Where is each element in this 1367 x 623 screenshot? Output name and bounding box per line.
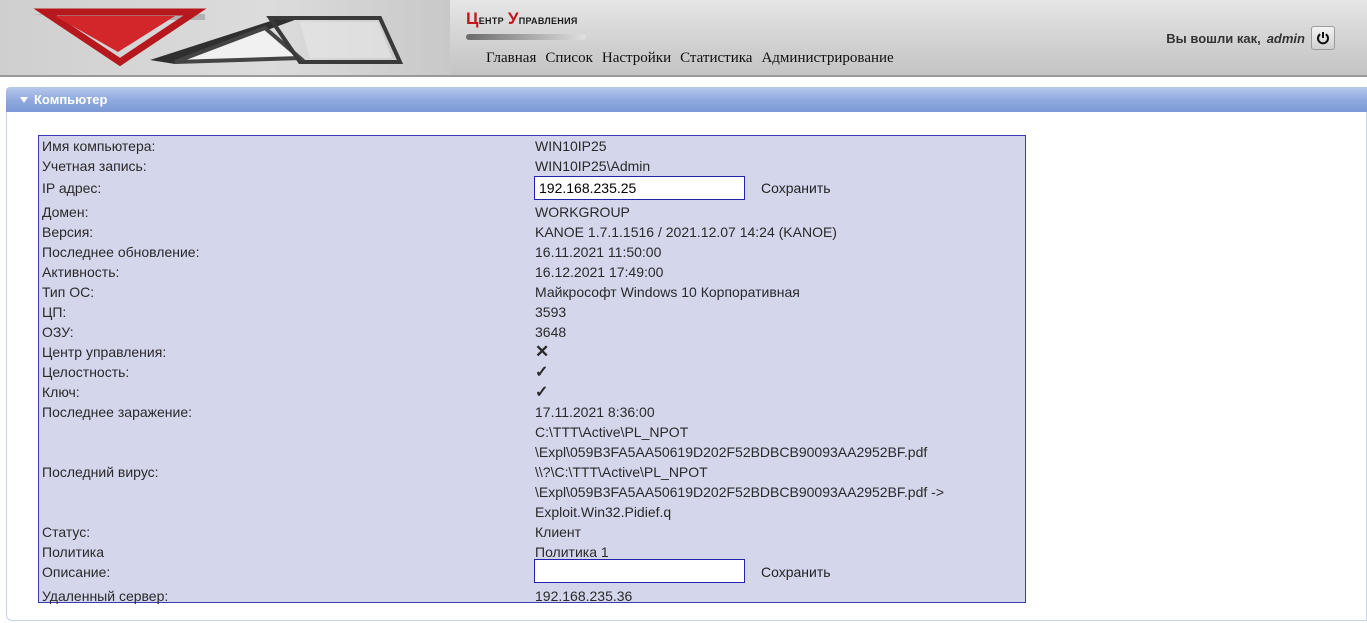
username: admin <box>1266 30 1305 46</box>
row-label: ОЗУ: <box>42 324 74 340</box>
nav-home[interactable]: Главная <box>486 50 536 67</box>
row-ram: ОЗУ: 3648 <box>39 322 1025 342</box>
row-integrity: Целостность: ✓ <box>39 362 1025 382</box>
triangle-down-icon <box>20 96 28 103</box>
row-label: Версия: <box>42 224 94 240</box>
row-cpu: ЦП: 3593 <box>39 302 1025 322</box>
app-title-part-2: правления <box>518 12 578 27</box>
row-computer-name: Имя компьютера: WIN10IP25 <box>39 136 1025 156</box>
row-account: Учетная запись: WIN10IP25\Admin <box>39 156 1025 176</box>
app-title-cap-1: Ц <box>466 9 479 28</box>
row-label: Активность: <box>42 264 120 280</box>
row-value: Политика 1 <box>535 544 609 560</box>
app-title-part-1: ентр <box>478 12 504 27</box>
row-ip-address: IP адрес: Сохранить <box>39 176 1025 204</box>
row-infection-path-2: \Expl\059B3FA5AA50619D202F52BDBCB90093AA… <box>39 442 1025 462</box>
save-description-button[interactable]: Сохранить <box>761 564 831 580</box>
computer-info-table: Имя компьютера: WIN10IP25 Учетная запись… <box>38 135 1026 606</box>
row-value: Exploit.Win32.Pidief.q <box>535 504 672 520</box>
row-value: 16.11.2021 11:50:00 <box>535 244 662 260</box>
row-value: 17.11.2021 8:36:00 <box>535 404 655 420</box>
logout-button[interactable] <box>1311 26 1335 50</box>
row-value: WIN10IP25 <box>535 138 607 154</box>
cross-icon: ✕ <box>535 342 550 361</box>
row-status: Статус: Клиент <box>39 522 1025 542</box>
check-icon: ✓ <box>535 364 549 381</box>
row-control-center: Центр управления: ✕ <box>39 342 1025 362</box>
row-label: Учетная запись: <box>42 158 147 174</box>
header: Центр Управления Главная Список Настройк… <box>0 0 1367 77</box>
section-title: Компьютер <box>20 92 107 107</box>
nav-statistics[interactable]: Статистика <box>680 50 752 67</box>
row-value: \\?\C:\TTT\Active\PL_NPOT <box>535 464 708 480</box>
title-underline <box>466 34 586 40</box>
row-label: Целостность: <box>42 364 130 380</box>
row-virus-name: Exploit.Win32.Pidief.q <box>39 502 1025 522</box>
row-value: 3593 <box>535 304 567 320</box>
row-value: Клиент <box>535 524 582 540</box>
row-value: Майкрософт Windows 10 Корпоративная <box>535 284 800 300</box>
row-value: KANOE 1.7.1.1516 / 2021.12.07 14:24 (KAN… <box>535 224 837 240</box>
ip-address-input[interactable] <box>534 176 745 200</box>
row-value: 16.12.2021 17:49:00 <box>535 264 664 280</box>
check-icon: ✓ <box>535 384 549 401</box>
row-value: 192.168.235.36 <box>535 588 633 604</box>
section-title-text: Компьютер <box>34 92 108 107</box>
nav-list[interactable]: Список <box>545 50 593 67</box>
row-value: C:\TTT\Active\PL_NPOT <box>535 424 689 440</box>
nav-administration[interactable]: Администрирование <box>761 50 893 67</box>
row-description: Описание: Сохранить <box>39 559 1025 587</box>
row-infection-path-1: C:\TTT\Active\PL_NPOT <box>39 422 1025 442</box>
section-header[interactable]: Компьютер <box>6 87 1367 112</box>
row-last-virus: Последний вирус: \\?\C:\TTT\Active\PL_NP… <box>39 462 1025 482</box>
row-value: 3648 <box>535 324 567 340</box>
row-label: Имя компьютера: <box>42 138 156 154</box>
row-label: Последний вирус: <box>42 464 159 480</box>
row-value: WIN10IP25\Admin <box>535 158 651 174</box>
row-os-type: Тип ОС: Майкрософт Windows 10 Корпоратив… <box>39 282 1025 302</box>
row-activity: Активность: 16.12.2021 17:49:00 <box>39 262 1025 282</box>
row-label: Статус: <box>42 524 91 540</box>
main-nav: Главная Список Настройки Статистика Адми… <box>486 50 894 67</box>
row-value: WORKGROUP <box>535 204 630 220</box>
nav-settings[interactable]: Настройки <box>602 50 671 67</box>
row-last-infection: Последнее заражение: 17.11.2021 8:36:00 <box>39 402 1025 422</box>
logged-in-label: Вы вошли как, <box>1166 30 1261 46</box>
row-remote-server: Удаленный сервер: 192.168.235.36 <box>39 586 1025 606</box>
row-version: Версия: KANOE 1.7.1.1516 / 2021.12.07 14… <box>39 222 1025 242</box>
row-label: IP адрес: <box>42 180 102 196</box>
user-info: Вы вошли как, admin <box>1166 26 1335 50</box>
save-ip-button[interactable]: Сохранить <box>761 180 831 196</box>
description-input[interactable] <box>534 559 745 583</box>
row-label: Описание: <box>42 564 111 580</box>
row-value: \Expl\059B3FA5AA50619D202F52BDBCB90093AA… <box>535 484 945 500</box>
power-icon <box>1317 32 1329 45</box>
app-title-cap-2: У <box>507 9 519 28</box>
row-label: Домен: <box>42 204 89 220</box>
row-value: \Expl\059B3FA5AA50619D202F52BDBCB90093AA… <box>535 444 928 460</box>
row-key: Ключ: ✓ <box>39 382 1025 402</box>
app-title: Центр Управления <box>466 9 578 29</box>
row-label: Тип ОС: <box>42 284 95 300</box>
row-domain: Домен: WORKGROUP <box>39 202 1025 222</box>
row-label: Удаленный сервер: <box>42 588 169 604</box>
row-label: Ключ: <box>42 384 80 400</box>
row-virus-path-2: \Expl\059B3FA5AA50619D202F52BDBCB90093AA… <box>39 482 1025 502</box>
company-logo <box>0 0 450 75</box>
row-label: Центр управления: <box>42 344 167 360</box>
row-label: Политика <box>42 544 104 560</box>
row-label: ЦП: <box>42 304 67 320</box>
row-last-update: Последнее обновление: 16.11.2021 11:50:0… <box>39 242 1025 262</box>
row-label: Последнее обновление: <box>42 244 200 260</box>
row-label: Последнее заражение: <box>42 404 193 420</box>
